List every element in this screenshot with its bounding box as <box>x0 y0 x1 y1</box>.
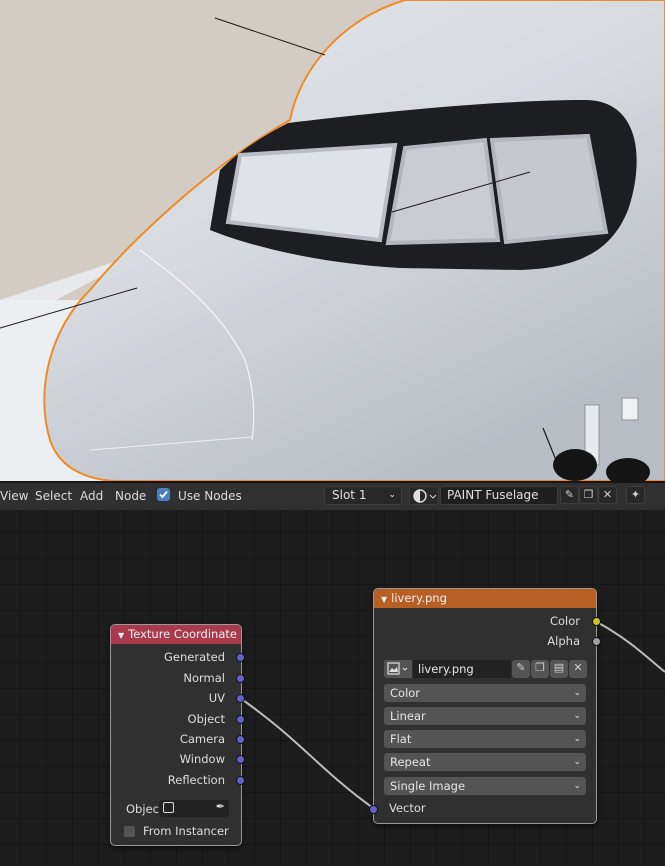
image-texture-node[interactable]: ▼ livery.png Color Alpha livery.png ✎ ❐ ▤… <box>369 588 601 824</box>
chevron-down-icon: ⌄ <box>573 688 581 698</box>
output-window: Window <box>179 752 225 766</box>
output-object: Object <box>187 712 225 726</box>
slot-dropdown[interactable]: Slot 1 ⌄ <box>324 486 402 505</box>
menu-select[interactable]: Select <box>35 489 72 503</box>
chevron-down-icon: ⌄ <box>388 490 396 500</box>
collapse-triangle-icon[interactable]: ▼ <box>381 595 387 604</box>
color-space-value: Color <box>390 686 421 700</box>
image-icon <box>387 662 408 675</box>
projection-dropdown[interactable]: Flat ⌄ <box>384 730 586 748</box>
chevron-down-icon: ⌄ <box>573 711 581 721</box>
socket-object[interactable] <box>236 715 245 724</box>
texture-coordinate-header[interactable]: ▼ Texture Coordinate <box>111 625 241 644</box>
menu-add[interactable]: Add <box>80 489 103 503</box>
image-name-field[interactable]: livery.png <box>413 660 511 678</box>
projection-value: Flat <box>390 732 412 746</box>
uv-to-vector-link <box>239 697 374 809</box>
source-dropdown[interactable]: Single Image ⌄ <box>384 777 586 795</box>
extension-dropdown[interactable]: Repeat ⌄ <box>384 753 586 771</box>
socket-color[interactable] <box>592 617 601 626</box>
image-texture-header[interactable]: ▼ livery.png <box>374 589 596 608</box>
node-title: Texture Coordinate <box>128 627 237 641</box>
unlink-icon[interactable]: ✕ <box>569 660 587 678</box>
slot-value: Slot 1 <box>332 488 367 502</box>
chevron-down-icon: ⌄ <box>573 781 581 791</box>
material-name: PAINT Fuselage <box>447 488 539 502</box>
interpolation-dropdown[interactable]: Linear ⌄ <box>384 707 586 725</box>
output-alpha: Alpha <box>547 634 580 648</box>
node-title: livery.png <box>391 591 447 605</box>
from-instancer-checkbox[interactable] <box>124 826 135 837</box>
menu-node[interactable]: Node <box>115 489 146 503</box>
output-color: Color <box>549 614 580 628</box>
object-label: Objec <box>126 802 159 816</box>
use-nodes-checkbox[interactable] <box>157 488 170 501</box>
use-nodes-label: Use Nodes <box>178 489 242 503</box>
from-instancer-label: From Instancer <box>143 824 229 838</box>
menu-view[interactable]: View <box>0 489 28 503</box>
pin-icon[interactable]: ✦ <box>626 486 645 504</box>
socket-normal[interactable] <box>236 674 245 683</box>
socket-alpha[interactable] <box>592 637 601 646</box>
color-output-link <box>596 621 665 673</box>
socket-uv[interactable] <box>236 694 245 703</box>
object-picker-field[interactable]: ✒ <box>159 800 229 817</box>
output-reflection: Reflection <box>167 773 225 787</box>
input-vector: Vector <box>389 801 426 815</box>
fake-user-icon[interactable]: ✎ <box>512 660 530 678</box>
fake-user-icon[interactable]: ✎ <box>560 486 579 504</box>
output-camera: Camera <box>179 732 225 746</box>
material-browse-button[interactable] <box>409 486 439 505</box>
extension-value: Repeat <box>390 755 431 769</box>
checkmark-icon <box>159 490 168 499</box>
eyedropper-icon[interactable]: ✒ <box>216 800 225 813</box>
source-value: Single Image <box>390 779 466 793</box>
texture-coordinate-node[interactable]: ▼ Texture Coordinate Generated Normal UV … <box>110 624 245 846</box>
open-image-icon[interactable]: ▤ <box>550 660 568 678</box>
duplicate-icon[interactable]: ❐ <box>531 660 549 678</box>
node-editor-canvas[interactable]: ▼ Texture Coordinate Generated Normal UV … <box>0 510 665 866</box>
output-uv: UV <box>208 691 225 705</box>
socket-vector[interactable] <box>369 805 378 814</box>
socket-camera[interactable] <box>236 735 245 744</box>
object-cube-icon <box>163 802 174 813</box>
3d-viewport[interactable] <box>0 0 665 481</box>
unlink-icon[interactable]: ✕ <box>598 486 617 504</box>
socket-generated[interactable] <box>236 653 245 662</box>
output-generated: Generated <box>163 650 225 664</box>
aircraft-nose-render <box>0 0 665 481</box>
duplicate-icon[interactable]: ❐ <box>579 486 598 504</box>
interpolation-value: Linear <box>390 709 426 723</box>
material-sphere-icon <box>413 489 437 503</box>
material-name-field[interactable]: PAINT Fuselage <box>440 486 558 505</box>
chevron-down-icon: ⌄ <box>573 734 581 744</box>
image-browse-button[interactable] <box>384 660 412 678</box>
output-normal: Normal <box>183 671 225 685</box>
collapse-triangle-icon[interactable]: ▼ <box>118 631 124 640</box>
socket-reflection[interactable] <box>236 776 245 785</box>
socket-window[interactable] <box>236 755 245 764</box>
chevron-down-icon: ⌄ <box>573 757 581 767</box>
color-space-dropdown[interactable]: Color ⌄ <box>384 684 586 702</box>
